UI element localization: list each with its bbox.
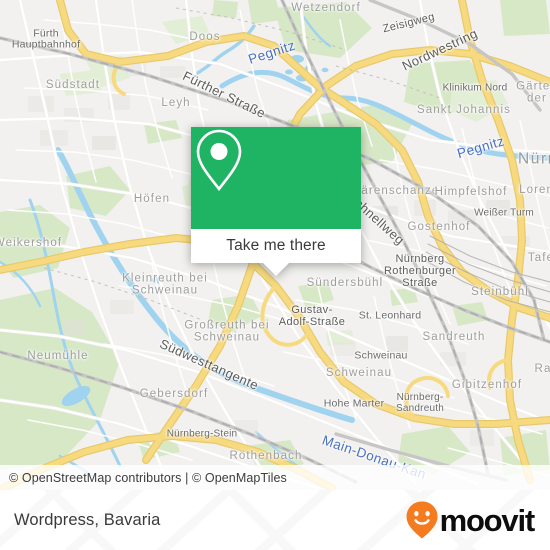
moovit-logo[interactable]: moovit xyxy=(405,500,536,540)
moovit-wordmark: moovit xyxy=(439,502,536,538)
popup-tail xyxy=(263,263,289,276)
moovit-smiley-pin-icon xyxy=(406,501,438,539)
page-title: Wordpress, Bavaria xyxy=(14,510,161,529)
map-pin-icon xyxy=(196,129,242,192)
map-attribution[interactable]: © OpenStreetMap contributors | © OpenMap… xyxy=(0,465,550,490)
footer-bar: Wordpress, Bavaria moovit xyxy=(0,490,550,550)
take-me-there-button[interactable]: Take me there xyxy=(191,229,361,263)
moovit-map-screenshot: .pk{fill:#d7e8c6} .pk2{fill:#e3eed6} .wd… xyxy=(0,0,550,550)
map-canvas[interactable]: .pk{fill:#d7e8c6} .pk2{fill:#e3eed6} .wd… xyxy=(0,0,550,490)
location-popup[interactable]: Take me there xyxy=(191,127,361,276)
popup-header xyxy=(191,127,361,229)
